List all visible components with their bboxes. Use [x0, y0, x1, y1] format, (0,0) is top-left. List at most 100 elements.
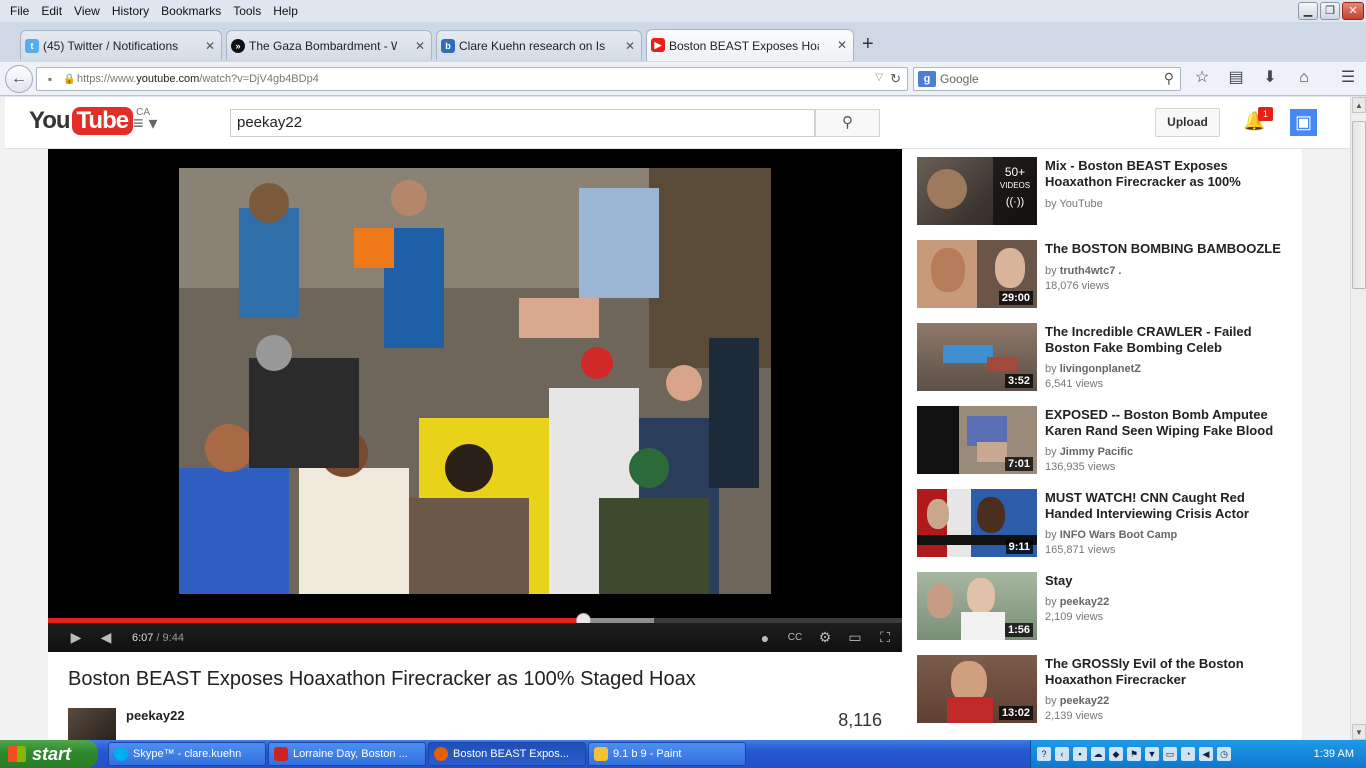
tab-twitter[interactable]: t (45) Twitter / Notifications ✕	[20, 30, 222, 60]
view-count: 8,116	[838, 710, 882, 730]
account-icon[interactable]: ▣	[1290, 109, 1317, 136]
menu-tools[interactable]: Tools	[227, 4, 267, 18]
related-video-title[interactable]: The BOSTON BOMBING BAMBOOZLE	[1045, 241, 1290, 257]
related-video-title[interactable]: MUST WATCH! CNN Caught Red Handed Interv…	[1045, 490, 1290, 522]
bookmarks-icon[interactable]: ▤	[1226, 68, 1246, 88]
home-icon[interactable]: ⌂	[1294, 68, 1314, 88]
play-icon[interactable]: ▶	[64, 629, 88, 646]
video-thumbnail[interactable]: 29:00	[917, 240, 1037, 308]
taskbar-item-firefox[interactable]: Boston BEAST Expos...	[428, 742, 586, 766]
restore-button[interactable]: ❐	[1320, 2, 1340, 20]
menu-icon[interactable]: ☰	[1338, 68, 1358, 88]
scroll-down-arrow-icon[interactable]: ▼	[1352, 724, 1366, 740]
video-thumbnail[interactable]: 13:02	[917, 655, 1037, 723]
search-icon[interactable]: ⚲	[1164, 70, 1174, 87]
url-dropdown-icon[interactable]: ▽	[875, 72, 883, 83]
taskbar-item-label: 9.1 b 9 - Paint	[613, 748, 682, 760]
related-video[interactable]: 1:56 Stay by peekay22 2,109 views	[917, 572, 1292, 642]
reload-icon[interactable]: ↻	[890, 71, 901, 87]
speaker-icon[interactable]: ◀	[1199, 747, 1213, 761]
network-icon[interactable]: ▪	[1073, 747, 1087, 761]
scroll-thumb[interactable]	[1352, 121, 1366, 289]
youtube-search-button[interactable]: ⚲	[815, 109, 880, 137]
shield-icon[interactable]: ▼	[1145, 747, 1159, 761]
channel-name[interactable]: peekay22	[126, 708, 185, 723]
video-player[interactable]: ▶ ◀ 6:07 / 9:44 ● CC ⚙ ▭ ⛶	[48, 149, 902, 652]
theater-mode-icon[interactable]: ▭	[840, 629, 870, 646]
site-identity-icon[interactable]: ▪	[37, 72, 63, 86]
annotations-icon[interactable]: ●	[750, 630, 780, 646]
start-button[interactable]: start	[0, 740, 98, 768]
channel-avatar[interactable]	[68, 708, 116, 740]
toolbar-icons: ☆ ▤ ⬇ ⌂ ☰	[1192, 68, 1358, 88]
captions-icon[interactable]: CC	[780, 632, 810, 643]
page-scrollbar[interactable]: ▲ ▼	[1350, 97, 1366, 740]
scroll-up-arrow-icon[interactable]: ▲	[1352, 97, 1366, 113]
menu-view[interactable]: View	[68, 4, 106, 18]
taskbar-item-label: Skype™ - clare.kuehn	[133, 748, 242, 760]
upload-button[interactable]: Upload	[1155, 108, 1220, 137]
minimize-button[interactable]: ▁	[1298, 2, 1318, 20]
related-video-title[interactable]: Stay	[1045, 573, 1290, 589]
video-info: Boston BEAST Exposes Hoaxathon Firecrack…	[48, 652, 902, 740]
video-thumbnail[interactable]: 1:56	[917, 572, 1037, 640]
related-video[interactable]: 3:52 The Incredible CRAWLER - Failed Bos…	[917, 323, 1292, 393]
security-icon[interactable]: ◆	[1109, 747, 1123, 761]
tab-close-icon[interactable]: ✕	[415, 39, 425, 53]
video-thumbnail[interactable]: 7:01	[917, 406, 1037, 474]
tab-clare[interactable]: b Clare Kuehn research on Is P... ✕	[436, 30, 642, 60]
related-video-title[interactable]: The GROSSly Evil of the Boston Hoaxathon…	[1045, 656, 1290, 688]
flag-icon[interactable]: ⚑	[1127, 747, 1141, 761]
tab-youtube[interactable]: ▶ Boston BEAST Exposes Hoax... ✕	[646, 29, 854, 61]
taskbar-item-paint[interactable]: 9.1 b 9 - Paint	[588, 742, 746, 766]
video-thumbnail[interactable]: 50+ VIDEOS ((·))	[917, 157, 1037, 225]
settings-gear-icon[interactable]: ⚙	[810, 629, 840, 646]
video-thumbnail[interactable]: 9:11	[917, 489, 1037, 557]
url-bar[interactable]: ▪ 🔒 https://www.youtube.com/watch?v=DjV4…	[36, 67, 908, 91]
related-video-title[interactable]: Mix - Boston BEAST Exposes Hoaxathon Fir…	[1045, 158, 1290, 190]
search-placeholder: Google	[940, 72, 979, 86]
youtube-search-input[interactable]: peekay22	[230, 109, 815, 137]
video-thumbnail[interactable]: 3:52	[917, 323, 1037, 391]
help-icon[interactable]: ?	[1037, 747, 1051, 761]
related-video[interactable]: 7:01 EXPOSED -- Boston Bomb Amputee Kare…	[917, 406, 1292, 476]
back-button[interactable]: ←	[5, 65, 33, 93]
video-duration: 29:00	[998, 291, 1033, 305]
video-duration: 1:56	[1004, 623, 1033, 637]
taskbar-item-pdf[interactable]: Lorraine Day, Boston ...	[268, 742, 426, 766]
related-video-title[interactable]: EXPOSED -- Boston Bomb Amputee Karen Ran…	[1045, 407, 1290, 439]
menu-bookmarks[interactable]: Bookmarks	[155, 4, 227, 18]
fullscreen-icon[interactable]: ⛶	[870, 629, 900, 646]
guide-menu-icon[interactable]: ≡ ▾	[133, 113, 158, 134]
related-video[interactable]: 9:11 MUST WATCH! CNN Caught Red Handed I…	[917, 489, 1292, 559]
volume-icon[interactable]: ◀	[94, 629, 118, 646]
menu-history[interactable]: History	[106, 4, 155, 18]
monitor-icon[interactable]: ▭	[1163, 747, 1177, 761]
youtube-logo[interactable]: You Tube CA	[29, 107, 150, 135]
close-window-button[interactable]: ✕	[1342, 2, 1364, 20]
star-icon[interactable]: ☆	[1192, 68, 1212, 88]
menu-edit[interactable]: Edit	[35, 4, 68, 18]
google-icon[interactable]: g	[918, 71, 936, 87]
cloud-icon[interactable]: ☁	[1091, 747, 1105, 761]
wifi-icon[interactable]: ◔	[1181, 747, 1195, 761]
taskbar-item-skype[interactable]: Skype™ - clare.kuehn	[108, 742, 266, 766]
tab-close-icon[interactable]: ✕	[205, 39, 215, 53]
taskbar: start Skype™ - clare.kuehn Lorraine Day,…	[0, 740, 1366, 768]
related-video[interactable]: 29:00 The BOSTON BOMBING BAMBOOZLE by tr…	[917, 240, 1292, 310]
clock-tray-icon[interactable]: ◷	[1217, 747, 1231, 761]
tab-close-icon[interactable]: ✕	[837, 38, 847, 52]
browser-search-bar[interactable]: g Google ⚲	[913, 67, 1181, 91]
video-frame[interactable]	[179, 168, 771, 594]
related-video[interactable]: 13:02 The GROSSly Evil of the Boston Hoa…	[917, 655, 1292, 725]
back-arrow-icon[interactable]: ‹	[1055, 747, 1069, 761]
menu-help[interactable]: Help	[267, 4, 304, 18]
video-duration: 13:02	[998, 706, 1033, 720]
tab-close-icon[interactable]: ✕	[625, 39, 635, 53]
menu-file[interactable]: File	[4, 4, 35, 18]
related-video[interactable]: 50+ VIDEOS ((·)) Mix - Boston BEAST Expo…	[917, 157, 1292, 227]
new-tab-icon[interactable]: +	[862, 34, 874, 54]
related-video-title[interactable]: The Incredible CRAWLER - Failed Boston F…	[1045, 324, 1290, 356]
download-icon[interactable]: ⬇	[1260, 68, 1280, 88]
tab-gaza[interactable]: » The Gaza Bombardment - Wh... ✕	[226, 30, 432, 60]
